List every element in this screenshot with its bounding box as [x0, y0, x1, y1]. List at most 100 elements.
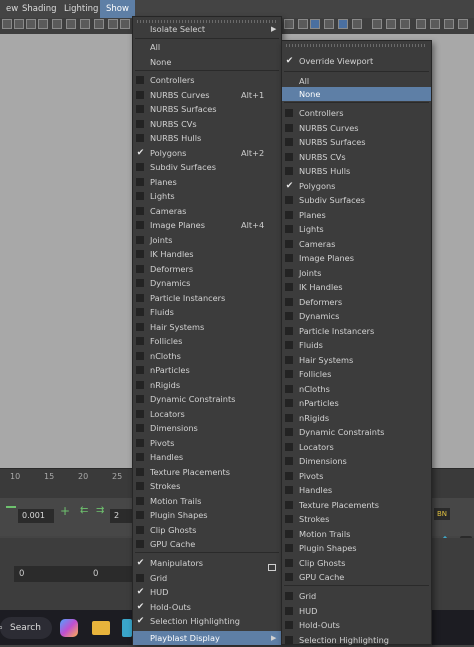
menu-item-fluids[interactable]: Fluids: [282, 338, 431, 352]
menu-item-lights[interactable]: Lights: [282, 222, 431, 236]
menu-item-nurbs-curves[interactable]: NURBS Curves Alt+1: [133, 88, 281, 102]
menu-item-texture-placements[interactable]: Texture Placements: [133, 465, 281, 479]
plus-icon[interactable]: +: [60, 505, 70, 517]
menu-item-clip-ghosts[interactable]: Clip Ghosts: [133, 523, 281, 537]
menu-item-all[interactable]: All: [282, 74, 431, 88]
menu-item-dynamic-constraints[interactable]: Dynamic Constraints: [282, 425, 431, 439]
tool-icon[interactable]: [284, 19, 294, 29]
menu-item-hud[interactable]: HUD: [282, 604, 431, 618]
menu-item-nurbs-curves[interactable]: NURBS Curves: [282, 121, 431, 135]
tool-icon[interactable]: [120, 19, 130, 29]
menu-item-pivots[interactable]: Pivots: [282, 469, 431, 483]
minus-icon[interactable]: [6, 506, 16, 508]
menu-item-hud[interactable]: ✔ HUD: [133, 585, 281, 599]
menu-item-subdiv-surfaces[interactable]: Subdiv Surfaces: [133, 160, 281, 174]
menu-item-motion-trails[interactable]: Motion Trails: [282, 527, 431, 541]
tool-icon[interactable]: [400, 19, 410, 29]
menu-item-polygons[interactable]: ✔ Polygons: [282, 179, 431, 193]
menu-item-handles[interactable]: Handles: [282, 483, 431, 497]
menu-item-locators[interactable]: Locators: [282, 440, 431, 454]
menu-item-follicles[interactable]: Follicles: [133, 334, 281, 348]
tool-icon[interactable]: [94, 19, 104, 29]
menu-item-isolate-select[interactable]: Isolate Select ▶: [133, 22, 281, 36]
menu-item-image-planes[interactable]: Image Planes Alt+4: [133, 218, 281, 232]
menu-item-grid[interactable]: Grid: [133, 571, 281, 585]
menu-item-hold-outs[interactable]: Hold-Outs: [282, 618, 431, 632]
copilot-icon[interactable]: [60, 619, 78, 637]
menu-item-pivots[interactable]: Pivots: [133, 436, 281, 450]
menu-item-nurbs-hulls[interactable]: NURBS Hulls: [282, 164, 431, 178]
menu-item-deformers[interactable]: Deformers: [133, 262, 281, 276]
menu-item-gpu-cache[interactable]: GPU Cache: [282, 570, 431, 584]
tool-icon[interactable]: [52, 19, 62, 29]
folder-icon[interactable]: [92, 621, 110, 635]
menu-item-nurbs-surfaces[interactable]: NURBS Surfaces: [133, 102, 281, 116]
menu-item-ncloths[interactable]: nCloths: [282, 382, 431, 396]
tool-icon[interactable]: [2, 19, 12, 29]
menu-item-joints[interactable]: Joints: [282, 266, 431, 280]
tool-icon[interactable]: [298, 19, 308, 29]
menu-item-nurbs-cvs[interactable]: NURBS CVs: [133, 117, 281, 131]
menu-item-none[interactable]: None: [282, 87, 431, 101]
menu-show[interactable]: Show: [100, 0, 135, 18]
tear-off-handle[interactable]: [286, 44, 427, 47]
tool-icon[interactable]: [14, 19, 24, 29]
step-field[interactable]: 0.001: [18, 509, 54, 523]
menu-item-motion-trails[interactable]: Motion Trails: [133, 494, 281, 508]
menu-item-fluids[interactable]: Fluids: [133, 305, 281, 319]
menu-item-all[interactable]: All: [133, 40, 281, 54]
menu-item-hair-systems[interactable]: Hair Systems: [133, 320, 281, 334]
tool-icon[interactable]: [324, 19, 334, 29]
menu-item-none[interactable]: None: [133, 55, 281, 69]
step-forward-icon[interactable]: ⇉: [96, 506, 104, 516]
end-frame-field[interactable]: 0: [88, 566, 132, 582]
menu-item-nrigids[interactable]: nRigids: [133, 378, 281, 392]
tool-icon[interactable]: [26, 19, 36, 29]
tool-icon[interactable]: [108, 19, 118, 29]
menu-item-grid[interactable]: Grid: [282, 589, 431, 603]
tool-icon[interactable]: [372, 19, 382, 29]
menu-item-texture-placements[interactable]: Texture Placements: [282, 498, 431, 512]
menu-item-strokes[interactable]: Strokes: [282, 512, 431, 526]
menu-item-manipulators[interactable]: ✔ Manipulators: [133, 556, 281, 570]
maya-icon[interactable]: [122, 619, 132, 637]
tool-icon[interactable]: [386, 19, 396, 29]
menu-lighting[interactable]: Lighting: [58, 0, 104, 18]
tool-icon[interactable]: [352, 19, 362, 29]
menu-item-follicles[interactable]: Follicles: [282, 367, 431, 381]
tool-icon[interactable]: [416, 19, 426, 29]
tool-icon[interactable]: [310, 19, 320, 29]
menu-item-selection-highlighting[interactable]: ✔ Selection Highlighting: [133, 614, 281, 628]
menu-item-nparticles[interactable]: nParticles: [133, 363, 281, 377]
menu-item-subdiv-surfaces[interactable]: Subdiv Surfaces: [282, 193, 431, 207]
menu-item-gpu-cache[interactable]: GPU Cache: [133, 537, 281, 551]
menu-item-dimensions[interactable]: Dimensions: [133, 421, 281, 435]
menu-item-cameras[interactable]: Cameras: [133, 204, 281, 218]
tool-icon[interactable]: [66, 19, 76, 29]
menu-item-ncloths[interactable]: nCloths: [133, 349, 281, 363]
menu-shading[interactable]: Shading: [16, 0, 63, 18]
menu-item-deformers[interactable]: Deformers: [282, 295, 431, 309]
bn-button[interactable]: BN: [434, 508, 450, 520]
menu-item-nurbs-hulls[interactable]: NURBS Hulls: [133, 131, 281, 145]
menu-item-lights[interactable]: Lights: [133, 189, 281, 203]
tool-icon[interactable]: [38, 19, 48, 29]
menu-item-locators[interactable]: Locators: [133, 407, 281, 421]
menu-item-handles[interactable]: Handles: [133, 450, 281, 464]
menu-item-nurbs-surfaces[interactable]: NURBS Surfaces: [282, 135, 431, 149]
taskbar-search[interactable]: ⌕ Search: [0, 617, 52, 639]
menu-item-joints[interactable]: Joints: [133, 233, 281, 247]
menu-item-nrigids[interactable]: nRigids: [282, 411, 431, 425]
menu-item-hair-systems[interactable]: Hair Systems: [282, 353, 431, 367]
frame-field[interactable]: 2: [110, 509, 132, 523]
menu-item-plugin-shapes[interactable]: Plugin Shapes: [133, 508, 281, 522]
menu-item-dynamic-constraints[interactable]: Dynamic Constraints: [133, 392, 281, 406]
menu-item-selection-highlighting[interactable]: Selection Highlighting: [282, 633, 431, 647]
menu-item-cameras[interactable]: Cameras: [282, 237, 431, 251]
menu-item-dynamics[interactable]: Dynamics: [282, 309, 431, 323]
tool-icon[interactable]: [80, 19, 90, 29]
tool-icon[interactable]: [458, 19, 468, 29]
menu-item-ik-handles[interactable]: IK Handles: [282, 280, 431, 294]
menu-item-dynamics[interactable]: Dynamics: [133, 276, 281, 290]
menu-item-particle-instancers[interactable]: Particle Instancers: [282, 324, 431, 338]
